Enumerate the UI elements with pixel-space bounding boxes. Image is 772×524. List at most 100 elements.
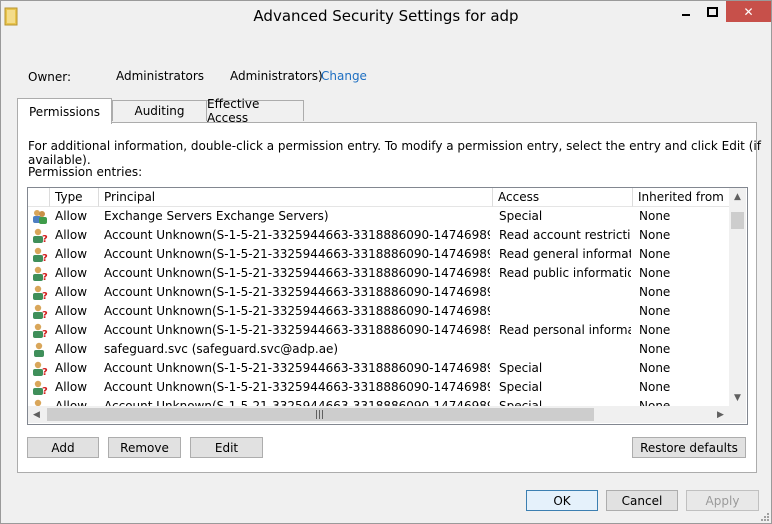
cancel-button[interactable]: Cancel <box>606 490 678 511</box>
scroll-right-icon[interactable]: ▶ <box>712 406 729 423</box>
cell-access: Special <box>499 209 543 223</box>
window-title: Advanced Security Settings for adp <box>253 7 519 25</box>
owner-label: Owner: <box>28 70 72 84</box>
unknown-user-icon: ? <box>31 379 48 397</box>
scroll-left-icon[interactable]: ◀ <box>28 406 45 423</box>
unknown-user-icon: ? <box>31 360 48 378</box>
tab-effective-access[interactable]: Effective Access <box>206 97 304 125</box>
cell-inherited-from: None <box>639 266 671 280</box>
table-row[interactable]: ? Allow Account Unknown(S-1-5-21-332594466… <box>28 321 729 340</box>
table-row[interactable]: ? Allow Account Unknown(S-1-5-21-332594466… <box>28 378 729 397</box>
cell-type: Allow <box>55 209 88 223</box>
restore-defaults-button[interactable]: Restore defaults <box>632 437 746 458</box>
unknown-user-icon: ? <box>31 303 48 321</box>
header-inherited-from[interactable]: Inherited from <box>633 188 729 207</box>
owner-name: Administrators <box>116 69 205 83</box>
cell-access: Special <box>499 361 543 375</box>
remove-button[interactable]: Remove <box>108 437 181 458</box>
edit-button[interactable]: Edit <box>190 437 263 458</box>
maximize-button[interactable] <box>699 1 725 22</box>
cell-inherited-from: None <box>639 209 671 223</box>
group-icon <box>31 208 48 225</box>
cell-access: Read public information <box>499 266 631 280</box>
header-access[interactable]: Access <box>493 188 633 207</box>
unknown-user-icon: ? <box>31 322 48 340</box>
table-row[interactable]: ? Allow Account Unknown(S-1-5-21-332594466… <box>28 302 729 321</box>
table-row[interactable]: ? Allow Account Unknown(S-1-5-21-332594466… <box>28 283 729 302</box>
cell-principal: Exchange Servers Exchange Servers) <box>104 209 329 223</box>
title-bar[interactable]: Advanced Security Settings for adp ✕ <box>1 1 771 32</box>
cell-type: Allow <box>55 399 88 406</box>
close-icon: ✕ <box>743 4 754 19</box>
tab-permissions[interactable]: Permissions <box>17 98 112 124</box>
maximize-icon <box>706 6 718 17</box>
tab-permissions-label: Permissions <box>29 104 100 119</box>
cell-access: Special <box>499 380 543 394</box>
cell-inherited-from: None <box>639 247 671 261</box>
cell-type: Allow <box>55 228 88 242</box>
vertical-scroll-thumb[interactable] <box>731 212 744 229</box>
cell-type: Allow <box>55 361 88 375</box>
scroll-down-icon[interactable]: ▼ <box>729 389 746 406</box>
cell-inherited-from: None <box>639 342 671 356</box>
permission-entries-list[interactable]: Type Principal Access Inherited from All… <box>27 187 748 425</box>
unknown-user-icon: ? <box>31 246 48 264</box>
security-settings-window: Advanced Security Settings for adp ✕ Own… <box>0 0 772 524</box>
cell-principal: Account Unknown(S-1-5-21-3325944663-3318… <box>104 361 490 375</box>
cell-type: Allow <box>55 247 88 261</box>
ok-button[interactable]: OK <box>526 490 598 511</box>
close-button[interactable]: ✕ <box>726 1 771 22</box>
header-principal[interactable]: Principal <box>99 188 493 207</box>
svg-text:?: ? <box>42 367 48 377</box>
svg-text:?: ? <box>42 310 48 320</box>
cell-inherited-from: None <box>639 361 671 375</box>
svg-text:?: ? <box>42 329 48 339</box>
minimize-icon <box>682 13 690 16</box>
scrollbar-corner <box>729 406 746 423</box>
horizontal-scrollbar[interactable]: ◀ ▶ <box>28 406 729 423</box>
cell-type: Allow <box>55 342 88 356</box>
change-owner-link[interactable]: Change <box>321 69 367 83</box>
cell-principal: safeguard.svc (safeguard.svc@adp.ae) <box>104 342 339 356</box>
tab-auditing[interactable]: Auditing <box>112 100 207 121</box>
table-row[interactable]: ? Allow Account Unknown(S-1-5-21-332594466… <box>28 226 729 245</box>
svg-text:?: ? <box>42 386 48 396</box>
table-row[interactable]: ? Allow Account Unknown(S-1-5-21-332594466… <box>28 359 729 378</box>
table-row[interactable]: ? Allow Account Unknown(S-1-5-21-332594466… <box>28 397 729 406</box>
cell-principal: Account Unknown(S-1-5-21-3325944663-3318… <box>104 247 490 261</box>
svg-text:?: ? <box>42 253 48 263</box>
minimize-button[interactable] <box>673 1 699 22</box>
cell-access: Read general informat... <box>499 247 631 261</box>
unknown-user-icon: ? <box>31 284 48 302</box>
cell-principal: Account Unknown(S-1-5-21-3325944663-3318… <box>104 228 490 242</box>
table-row[interactable]: ? Allow Account Unknown(S-1-5-21-332594466… <box>28 264 729 283</box>
apply-button[interactable]: Apply <box>686 490 759 511</box>
scroll-up-icon[interactable]: ▲ <box>729 188 746 205</box>
horizontal-scroll-thumb[interactable] <box>47 408 594 421</box>
cell-principal: Account Unknown(S-1-5-21-3325944663-3318… <box>104 304 490 318</box>
cell-principal: Account Unknown(S-1-5-21-3325944663-3318… <box>104 323 490 337</box>
cell-type: Allow <box>55 304 88 318</box>
add-button[interactable]: Add <box>27 437 99 458</box>
cell-inherited-from: None <box>639 285 671 299</box>
cell-principal: Account Unknown(S-1-5-21-3325944663-3318… <box>104 285 490 299</box>
unknown-user-icon: ? <box>31 265 48 283</box>
cell-principal: Account Unknown(S-1-5-21-3325944663-3318… <box>104 266 490 280</box>
table-row[interactable]: Allow Exchange Servers Exchange Servers) S… <box>28 207 729 226</box>
unknown-user-icon: ? <box>31 227 48 245</box>
resize-grip-icon[interactable] <box>758 510 770 522</box>
cell-access: Read account restricti... <box>499 228 631 242</box>
cell-type: Allow <box>55 285 88 299</box>
vertical-scrollbar[interactable]: ▲ ▼ <box>729 188 746 406</box>
svg-text:?: ? <box>42 272 48 282</box>
header-type[interactable]: Type <box>50 188 99 207</box>
tab-auditing-label: Auditing <box>134 104 185 118</box>
table-row[interactable]: ? Allow Account Unknown(S-1-5-21-332594466… <box>28 245 729 264</box>
cell-type: Allow <box>55 323 88 337</box>
table-row[interactable]: Allow safeguard.svc (safeguard.svc@adp.ae… <box>28 340 729 359</box>
cell-access: Read personal informa... <box>499 323 631 337</box>
user-icon <box>31 341 48 358</box>
unknown-user-icon: ? <box>31 398 48 406</box>
cell-principal: Account Unknown(S-1-5-21-3325944663-3318… <box>104 380 490 394</box>
svg-text:?: ? <box>42 291 48 301</box>
